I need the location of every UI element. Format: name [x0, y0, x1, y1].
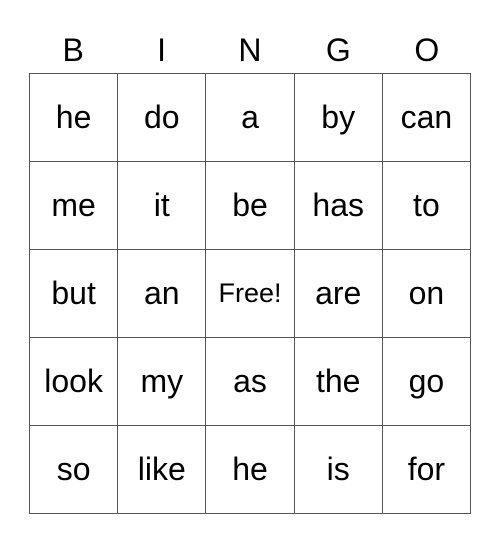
header-letter-i: I — [157, 32, 167, 68]
bingo-cell[interactable]: as — [206, 338, 295, 426]
bingo-cell[interactable]: are — [294, 250, 383, 338]
bingo-cell[interactable]: like — [118, 426, 207, 514]
bingo-cell[interactable]: me — [30, 162, 119, 250]
bingo-cell[interactable]: on — [382, 250, 471, 338]
bingo-cell[interactable]: is — [294, 426, 383, 514]
header-letter-g: G — [325, 32, 351, 68]
bingo-cell[interactable]: do — [118, 74, 207, 162]
bingo-cell[interactable]: the — [294, 338, 383, 426]
header-letter-b: B — [62, 32, 84, 68]
bingo-cell[interactable]: an — [118, 250, 207, 338]
header-letter-n: N — [238, 32, 262, 68]
bingo-cell[interactable]: be — [206, 162, 295, 250]
bingo-cell[interactable]: my — [118, 338, 207, 426]
bingo-cell[interactable]: go — [382, 338, 471, 426]
header-letter-o: O — [414, 32, 440, 68]
bingo-cell[interactable]: has — [294, 162, 383, 250]
bingo-cell[interactable]: it — [118, 162, 207, 250]
bingo-cell[interactable]: by — [294, 74, 383, 162]
bingo-cell[interactable]: he — [30, 74, 119, 162]
bingo-cell[interactable]: for — [382, 426, 471, 514]
free-space-cell[interactable]: Free! — [206, 250, 295, 338]
bingo-cell[interactable]: can — [382, 74, 471, 162]
bingo-cell[interactable]: look — [30, 338, 119, 426]
bingo-cell[interactable]: to — [382, 162, 471, 250]
bingo-header: B I N G O — [29, 30, 471, 70]
bingo-cell[interactable]: so — [30, 426, 119, 514]
bingo-grid: he do a by can me it be has to but an Fr… — [29, 73, 471, 514]
bingo-cell[interactable]: he — [206, 426, 295, 514]
bingo-cell[interactable]: a — [206, 74, 295, 162]
bingo-cell[interactable]: but — [30, 250, 119, 338]
